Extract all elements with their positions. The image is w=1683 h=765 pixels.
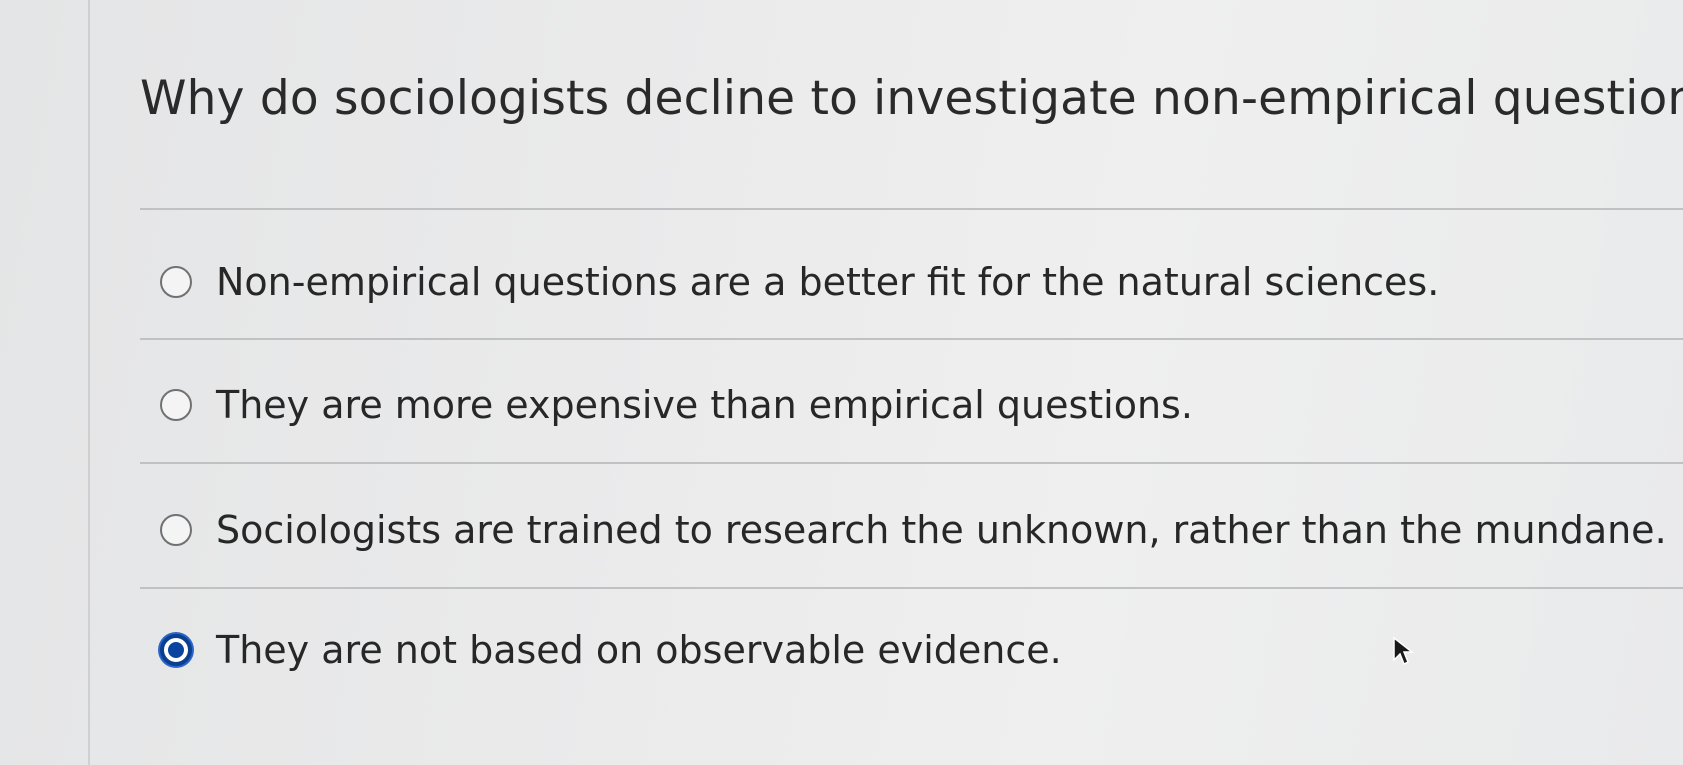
answer-option-label: Sociologists are trained to research the… [216, 508, 1667, 552]
radio-button-unselected[interactable] [160, 389, 192, 421]
radio-button-selected[interactable] [160, 634, 192, 666]
divider [140, 208, 1683, 210]
answer-option-4[interactable]: They are not based on observable evidenc… [160, 618, 1062, 682]
answer-option-1[interactable]: Non-empirical questions are a better fit… [160, 250, 1439, 314]
answer-option-2[interactable]: They are more expensive than empirical q… [160, 373, 1193, 437]
answer-option-label: Non-empirical questions are a better fit… [216, 260, 1440, 304]
answer-option-label: They are more expensive than empirical q… [216, 383, 1193, 427]
question-text: Why do sociologists decline to investiga… [140, 71, 1683, 126]
radio-dot-icon [168, 642, 184, 658]
left-border [88, 0, 90, 765]
mouse-pointer-icon [1393, 636, 1415, 666]
radio-button-unselected[interactable] [160, 514, 192, 546]
radio-button-unselected[interactable] [160, 266, 192, 298]
divider [140, 338, 1683, 340]
divider [140, 587, 1683, 589]
answer-option-3[interactable]: Sociologists are trained to research the… [160, 498, 1667, 562]
answer-option-label: They are not based on observable evidenc… [216, 628, 1062, 672]
divider [140, 462, 1683, 464]
